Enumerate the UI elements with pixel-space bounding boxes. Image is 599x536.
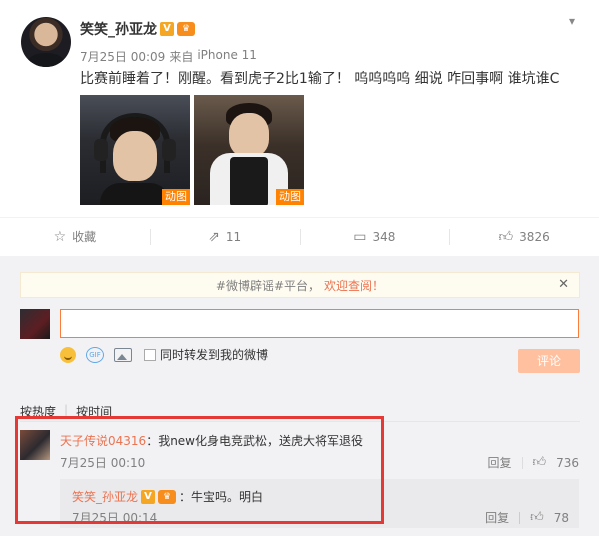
vip-badge-icon: ♛ — [177, 22, 195, 36]
author-avatar[interactable] — [21, 17, 71, 67]
comment-reply-button[interactable]: 回复 — [487, 454, 511, 471]
thumbs-up-icon[interactable]: 👍︎ — [533, 455, 547, 470]
like-count: 3826 — [519, 229, 550, 244]
sort-tabs: 按热度 | 按时间 — [20, 403, 112, 420]
gif-badge: 动图 — [162, 189, 190, 205]
post-source-prefix: 来自 — [169, 50, 194, 64]
post-meta: 7月25日 00:09 来自 iPhone 11 — [80, 48, 257, 65]
chevron-down-icon[interactable]: ▾ — [565, 14, 579, 28]
post-time[interactable]: 7月25日 00:09 — [80, 48, 165, 65]
thumbs-up-icon: 👍︎ — [498, 229, 514, 245]
verified-badge-icon: V — [141, 489, 156, 504]
favorite-label: 收藏 — [72, 230, 97, 244]
divider — [20, 421, 580, 422]
comment-input[interactable] — [60, 309, 579, 338]
comment-text: ：我new化身电竞武松，送虎大将军退役 — [146, 434, 363, 448]
my-avatar — [20, 309, 50, 339]
submit-comment-button[interactable]: 评论 — [518, 349, 580, 373]
share-icon: ⇗ — [208, 228, 220, 245]
commenter-avatar[interactable] — [20, 430, 50, 460]
rumor-notice: #微博辟谣#平台， 欢迎查阅！ ✕ — [20, 272, 580, 298]
author-name[interactable]: 笑笑_孙亚龙 — [80, 19, 157, 39]
comment-icon: ▭ — [353, 228, 367, 245]
author-line: 笑笑_孙亚龙 V ♛ — [80, 19, 195, 39]
gif-icon[interactable]: GIF — [86, 346, 104, 363]
commenter-name[interactable]: 天子传说04316 — [60, 434, 146, 448]
gif-badge: 动图 — [276, 189, 304, 205]
reply-author-name[interactable]: 笑笑_孙亚龙 — [72, 488, 138, 505]
notice-tag[interactable]: #微博辟谣#平台， — [216, 277, 320, 294]
comment-actions: 回复 👍︎ 736 — [487, 454, 579, 471]
comment-count: 348 — [372, 229, 396, 244]
post-gif-2[interactable]: 动图 — [194, 95, 304, 205]
composer-tools: GIF 同时转发到我的微博 — [60, 346, 268, 363]
post-text: 比赛前睡着了！刚醒。看到虎子2比1输了！ 呜呜呜呜 细说 咋回事啊 谁坑谁C — [80, 71, 560, 87]
star-icon: ☆ — [53, 228, 67, 245]
comment-button[interactable]: ▭ 348 — [299, 218, 450, 255]
reply-reply-button[interactable]: 回复 — [485, 509, 509, 526]
emoji-icon[interactable] — [60, 346, 76, 363]
repost-button[interactable]: ⇗ 11 — [149, 218, 300, 255]
notice-link[interactable]: 欢迎查阅！ — [324, 277, 384, 294]
close-icon[interactable]: ✕ — [558, 277, 569, 292]
post-action-bar: ☆ 收藏 ⇗ 11 ▭ 348 👍︎ 3826 — [0, 217, 599, 255]
vip-badge-icon: ♛ — [158, 489, 177, 504]
image-icon[interactable] — [114, 347, 132, 362]
like-button[interactable]: 👍︎ 3826 — [449, 218, 599, 255]
divider — [521, 456, 523, 469]
sort-divider: | — [64, 403, 69, 417]
reply-text: ：牛宝吗。明白 — [179, 490, 264, 504]
post-gif-1[interactable]: 动图 — [80, 95, 190, 205]
thumbs-up-icon[interactable]: 👍︎ — [530, 510, 544, 525]
repost-checkbox[interactable] — [144, 348, 156, 361]
divider — [519, 511, 521, 524]
reply-actions: 回复 👍︎ 78 — [485, 509, 569, 526]
comment-time: 7月25日 00:10 — [60, 456, 146, 470]
favorite-button[interactable]: ☆ 收藏 — [0, 218, 150, 255]
tab-sort-hot[interactable]: 按热度 — [20, 403, 56, 420]
reply-box: 笑笑_孙亚龙 V ♛ ：牛宝吗。明白 7月25日 00:14 回复 👍︎ 78 — [60, 479, 579, 528]
repost-count: 11 — [225, 229, 242, 244]
comment-like-count: 736 — [556, 455, 579, 470]
comment-section: #微博辟谣#平台， 欢迎查阅！ ✕ GIF 同时转发到我的微博 评论 按热度 | … — [0, 256, 599, 536]
comment-text-line: 天子传说04316：我new化身电竞武松，送虎大将军退役 — [60, 432, 363, 449]
reply-text-line: 笑笑_孙亚龙 V ♛ ：牛宝吗。明白 — [72, 488, 263, 505]
post-device: iPhone 11 — [197, 48, 257, 62]
tab-sort-time[interactable]: 按时间 — [76, 403, 112, 420]
repost-checkbox-label: 同时转发到我的微博 — [160, 348, 269, 362]
reply-time: 7月25日 00:14 — [72, 511, 158, 525]
reply-like-count: 78 — [553, 510, 569, 525]
verified-badge-icon: V — [160, 22, 174, 36]
